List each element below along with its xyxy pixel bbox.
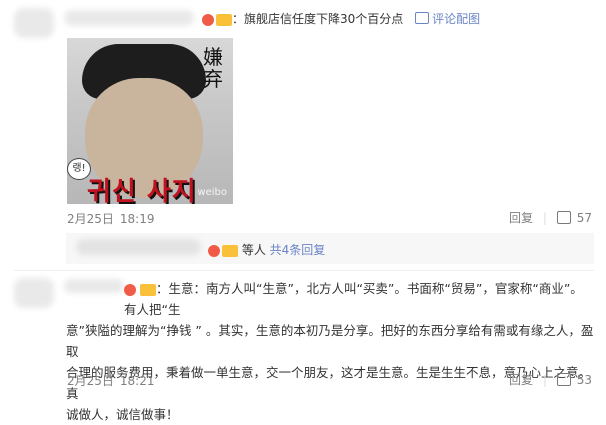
vip-badge-icon [222, 244, 238, 257]
replies-others-text: 等人 [241, 243, 266, 257]
comment1-actions: 回复 | 57 [509, 211, 592, 225]
comment1-sticker-image[interactable]: 嫌弃 랭! 귀신 사지 weibo [67, 38, 233, 204]
comment-divider [14, 270, 594, 271]
vip-badge-icon [216, 13, 232, 26]
vip-badge-icon [140, 283, 156, 296]
weibo-badge-icon [208, 244, 220, 257]
weibo-badge-icon [202, 13, 214, 26]
comment2-line-2: 意”狭隘的理解为“挣钱 ” 。其实，生意的本初乃是分享。把好的东西分享给有需或有… [66, 323, 594, 359]
comment1-text: ：旗舰店信任度下降30个百分点 [232, 12, 404, 26]
comment2-timestamp: 2月25日 18:21 [67, 374, 155, 388]
replier-names-blur[interactable] [76, 239, 201, 255]
thumbs-up-icon [556, 373, 571, 386]
comment1-header: ：旗舰店信任度下降30个百分点 评论配图 [199, 11, 480, 27]
sticker-watermark: weibo [197, 187, 227, 198]
comment1-avatar-blur [14, 8, 54, 38]
comment2-avatar-blur [14, 278, 54, 308]
comment1-username-blur[interactable] [64, 10, 194, 26]
sticker-side-text: 嫌弃 [203, 45, 223, 91]
comment1-timestamp: 2月25日 18:19 [67, 212, 155, 226]
thumbs-up-icon [556, 211, 571, 224]
comment2-line-1: ：生意：南方人叫“生意”，北方人叫“买卖”。书面称“贸易”，官家称“商业”。有人… [124, 281, 583, 317]
comment2-actions: 回复 | 53 [509, 373, 592, 387]
comment1-like-button[interactable]: 57 [556, 211, 592, 225]
view-replies-link[interactable]: 共4条回复 [270, 243, 326, 257]
replies-summary: 等人 共4条回复 [205, 242, 325, 258]
comment2-reply-button[interactable]: 回复 [509, 373, 533, 387]
comment-image-link[interactable]: 评论配图 [415, 12, 480, 26]
comment2-body: ：生意：南方人叫“生意”，北方人叫“买卖”。书面称“贸易”，官家称“商业”。有人… [66, 278, 594, 425]
comment1-reply-button[interactable]: 回复 [509, 211, 533, 225]
comment2-line-4: 诚做人，诚信做事！ [66, 407, 179, 422]
vip-level-icon [124, 283, 136, 296]
comment2-like-button[interactable]: 53 [556, 373, 592, 387]
comment-icon [415, 12, 430, 24]
